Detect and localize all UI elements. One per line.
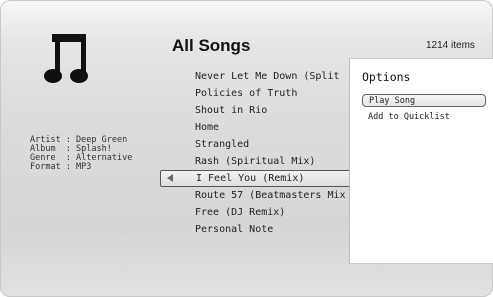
options-menu: Options Play Song Add to Quicklist [349, 58, 493, 264]
song-title: Free (DJ Remix) [195, 207, 286, 218]
song-title: Route 57 (Beatmasters Mix [195, 190, 346, 201]
song-title: Shout in Rio [195, 105, 268, 116]
song-title: Never Let Me Down (Split [195, 71, 340, 82]
add-to-quicklist-option[interactable]: Add to Quicklist [362, 111, 486, 124]
song-item[interactable]: Shout in Rio [160, 102, 360, 119]
song-title: Personal Note [195, 224, 274, 235]
song-item[interactable]: Route 57 (Beatmasters Mix [160, 187, 360, 204]
song-item[interactable]: Policies of Truth [160, 85, 360, 102]
media-library-screen: Artist : Deep Green Album : Splash! Genr… [0, 0, 493, 297]
song-item-selected[interactable]: I Feel You (Remix) [160, 170, 360, 187]
play-song-option[interactable]: Play Song [362, 94, 486, 107]
song-title: Rash (Spiritual Mix) [195, 156, 316, 167]
song-title: I Feel You (Remix) [196, 173, 305, 184]
item-count: 1214 items [426, 40, 475, 51]
song-title: Policies of Truth [195, 88, 298, 99]
song-item[interactable]: Home [160, 119, 360, 136]
song-item[interactable]: Personal Note [160, 221, 360, 238]
music-note-icon [44, 34, 88, 83]
song-item[interactable]: Strangled [160, 136, 360, 153]
page-title: All Songs [172, 36, 251, 55]
format-info: Format : MP3 [30, 162, 92, 172]
song-title: Strangled [195, 139, 250, 150]
options-title: Options [362, 70, 411, 84]
song-list: Never Let Me Down (Split Policies of Tru… [160, 68, 360, 238]
song-item[interactable]: Rash (Spiritual Mix) [160, 153, 360, 170]
song-item[interactable]: Free (DJ Remix) [160, 204, 360, 221]
song-info-panel: Artist : Deep Green Album : Splash! Genr… [30, 136, 132, 172]
song-item[interactable]: Never Let Me Down (Split [160, 68, 360, 85]
selection-arrow-icon [167, 174, 173, 182]
song-title: Home [195, 122, 220, 133]
